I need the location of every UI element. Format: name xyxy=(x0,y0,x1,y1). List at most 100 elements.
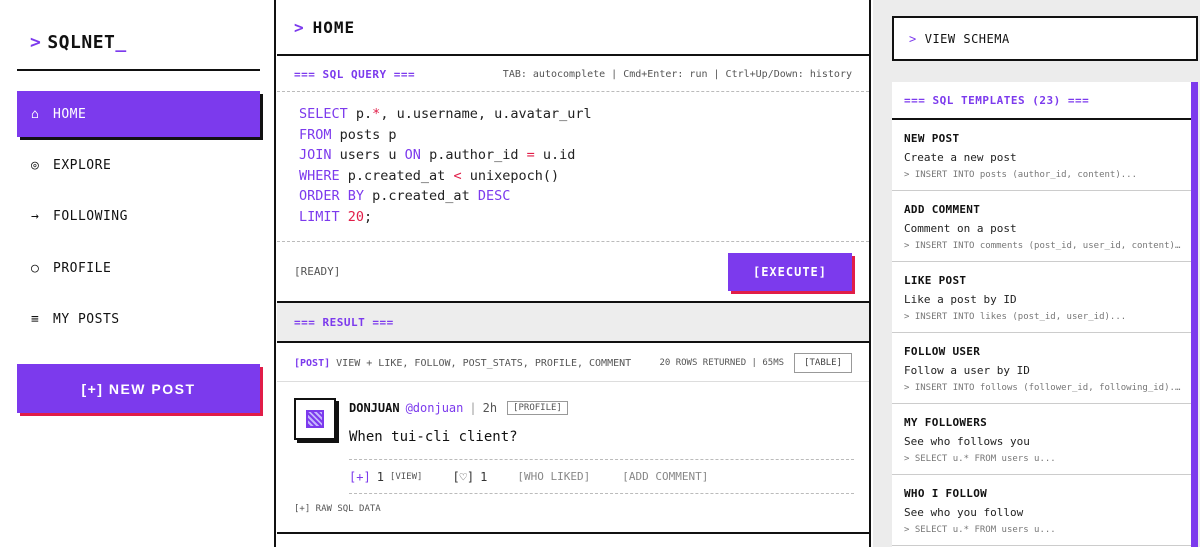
view-action[interactable]: [+] 1 [VIEW] xyxy=(349,470,422,484)
post-separator: | xyxy=(469,401,477,415)
sql-keyword: SELECT xyxy=(299,106,348,122)
avatar-pattern xyxy=(306,410,324,428)
sql-line: FROM posts p xyxy=(299,125,592,146)
result-header: === RESULT === xyxy=(277,301,869,343)
sidebar-item-label: EXPLORE xyxy=(53,157,112,173)
sql-token: , u.username, u.avatar_url xyxy=(380,106,592,122)
page-title-prompt: > xyxy=(294,17,305,37)
template-sql: > SELECT u.* FROM users u... xyxy=(904,525,1056,535)
result-view-description: VIEW + LIKE, FOLLOW, POST_STATS, PROFILE… xyxy=(336,357,632,369)
sql-token: users u xyxy=(331,147,405,164)
sql-keyword: DESC xyxy=(477,188,511,205)
sql-token: posts p xyxy=(331,126,397,143)
template-item[interactable]: LIKE POST Like a post by ID > INSERT INT… xyxy=(892,262,1191,333)
template-item[interactable]: MY FOLLOWERS See who follows you > SELEC… xyxy=(892,404,1191,475)
sidebar-item-explore[interactable]: ◎ EXPLORE xyxy=(17,142,260,188)
execute-button[interactable]: [EXECUTE] xyxy=(728,252,852,291)
post-content: When tui-cli client? xyxy=(349,429,518,445)
template-description: Follow a user by ID xyxy=(904,364,1030,377)
app-logo[interactable]: > SQLNET_ xyxy=(30,32,127,53)
list-icon: ≡ xyxy=(31,311,40,327)
sql-keyword: WHERE xyxy=(299,167,340,184)
sql-line: LIMIT 20; xyxy=(299,207,592,228)
template-title: LIKE POST xyxy=(904,274,967,287)
sql-operator: = xyxy=(526,147,535,164)
query-section-title: === SQL QUERY === xyxy=(294,68,416,81)
template-title: FOLLOW USER xyxy=(904,345,981,358)
new-post-button[interactable]: [+] NEW POST xyxy=(17,364,260,413)
sql-line: JOIN users u ON p.author_id = u.id xyxy=(299,145,592,166)
sql-line: ORDER BY p.created_at DESC xyxy=(299,186,592,207)
add-comment-link[interactable]: [ADD COMMENT] xyxy=(622,470,708,483)
rows-returned: 20 ROWS RETURNED | 65MS xyxy=(659,358,785,368)
post-timestamp: 2h xyxy=(482,401,498,415)
template-title: ADD COMMENT xyxy=(904,203,981,216)
heart-icon: [♡] xyxy=(452,469,475,484)
like-button[interactable]: [♡] 1 xyxy=(452,470,487,484)
sidebar-item-label: HOME xyxy=(53,106,87,122)
sidebar-item-profile[interactable]: ○ PROFILE xyxy=(17,245,260,291)
sql-token: ; xyxy=(364,208,373,225)
sql-token: p. xyxy=(347,106,373,122)
sql-keyword: LIMIT xyxy=(299,208,340,225)
sql-operator: 20 xyxy=(347,208,365,225)
result-description: [POST] VIEW + LIKE, FOLLOW, POST_STATS, … xyxy=(294,358,631,369)
sidebar-item-label: PROFILE xyxy=(53,260,112,276)
sidebar-item-label: FOLLOWING xyxy=(53,208,128,224)
result-stats: 20 ROWS RETURNED | 65MS [TABLE] xyxy=(659,353,852,373)
table-view-button[interactable]: [TABLE] xyxy=(794,353,852,373)
template-description: See who you follow xyxy=(904,506,1024,519)
like-count: 1 xyxy=(480,469,488,484)
keyboard-hint: TAB: autocomplete | Cmd+Enter: run | Ctr… xyxy=(502,69,852,80)
template-item[interactable]: ADD COMMENT Comment on a post > INSERT I… xyxy=(892,191,1191,262)
query-footer: [READY] [EXECUTE] xyxy=(277,241,869,301)
template-item[interactable]: FOLLOW USER Follow a user by ID > INSERT… xyxy=(892,333,1191,404)
template-description: Comment on a post xyxy=(904,222,1017,235)
template-title: NEW POST xyxy=(904,132,960,145)
template-item[interactable]: NEW POST Create a new post > INSERT INTO… xyxy=(892,120,1191,191)
template-title: WHO I FOLLOW xyxy=(904,487,988,500)
post-author[interactable]: DONJUAN xyxy=(349,401,400,415)
explore-icon: ◎ xyxy=(31,157,40,173)
templates-title: === SQL TEMPLATES (23) === xyxy=(904,93,1090,107)
template-description: Like a post by ID xyxy=(904,293,1017,306)
raw-sql-toggle[interactable]: [+] RAW SQL DATA xyxy=(294,504,381,514)
templates-panel[interactable]: === SQL TEMPLATES (23) === NEW POST Crea… xyxy=(892,82,1198,547)
right-panel: > VIEW SCHEMA === SQL TEMPLATES (23) ===… xyxy=(873,0,1200,547)
template-item[interactable]: WHO I FOLLOW See who you follow > SELECT… xyxy=(892,475,1191,546)
sidebar-item-my-posts[interactable]: ≡ MY POSTS xyxy=(17,296,260,342)
post-handle[interactable]: @donjuan xyxy=(406,401,464,415)
sql-token: p.author_id xyxy=(420,147,527,164)
arrow-right-icon: → xyxy=(31,208,40,224)
template-description: Create a new post xyxy=(904,151,1017,164)
result-type-tag: [POST] xyxy=(294,357,331,369)
sql-keyword: FROM xyxy=(299,126,332,143)
sql-editor[interactable]: SELECT p.*, u.username, u.avatar_url FROM… xyxy=(299,104,592,228)
sql-keyword: JOIN xyxy=(299,147,332,164)
view-label: [VIEW] xyxy=(389,471,423,482)
post-actions: [+] 1 [VIEW] [♡] 1 [WHO LIKED] [ADD COMM… xyxy=(349,459,854,494)
template-title: MY FOLLOWERS xyxy=(904,416,988,429)
view-schema-button[interactable]: > VIEW SCHEMA xyxy=(892,16,1198,61)
sidebar-item-label: MY POSTS xyxy=(53,311,120,327)
sidebar-item-home[interactable]: ⌂ HOME xyxy=(17,91,260,137)
template-sql: > INSERT INTO posts (author_id, content)… xyxy=(904,170,1137,180)
logo-prompt: > xyxy=(30,32,42,53)
home-icon: ⌂ xyxy=(31,106,40,122)
query-header: === SQL QUERY === TAB: autocomplete | Cm… xyxy=(277,58,869,92)
result-meta: [POST] VIEW + LIKE, FOLLOW, POST_STATS, … xyxy=(277,345,869,382)
templates-header: === SQL TEMPLATES (23) === xyxy=(892,82,1191,120)
view-count: 1 xyxy=(376,469,384,484)
profile-button[interactable]: [PROFILE] xyxy=(507,401,568,415)
avatar[interactable] xyxy=(294,398,336,440)
logo-name: SQLNET xyxy=(47,32,116,53)
divider xyxy=(277,532,869,534)
sql-token: u.id xyxy=(534,147,576,164)
template-sql: > INSERT INTO comments (post_id, user_id… xyxy=(904,241,1184,251)
main-content: > HOME === SQL QUERY === TAB: autocomple… xyxy=(277,0,871,547)
profile-icon: ○ xyxy=(31,260,40,276)
who-liked-link[interactable]: [WHO LIKED] xyxy=(517,470,590,483)
sidebar-item-following[interactable]: → FOLLOWING xyxy=(17,193,260,239)
template-sql: > INSERT INTO follows (follower_id, foll… xyxy=(904,383,1184,393)
